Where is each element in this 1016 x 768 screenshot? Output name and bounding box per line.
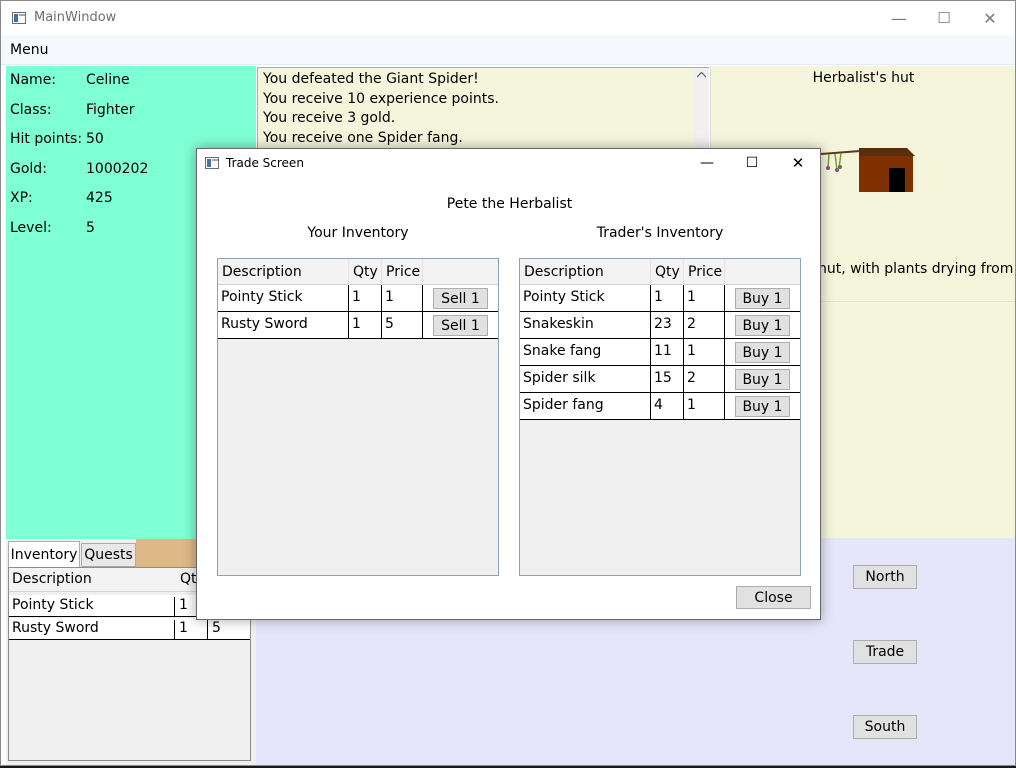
name-label: Name: [10,72,57,88]
your-inventory-grid[interactable]: Description Qty Price Pointy Stick 1 1 S… [217,258,499,576]
close-icon[interactable]: ✕ [967,1,1013,35]
trader-inventory-header: Description Qty Price [520,259,800,285]
column-header-description[interactable]: Description [520,259,651,285]
class-value: Fighter [86,102,135,118]
menu-item-menu[interactable]: Menu [10,42,48,58]
item-price: 2 [684,366,725,392]
item-qty: 11 [651,339,684,365]
trade-minimize-icon[interactable]: — [684,149,730,177]
item-price: 2 [684,312,725,338]
item-price: 1 [684,339,725,365]
column-header-description[interactable]: Description [218,259,349,285]
item-description: Spider fang [520,393,651,419]
your-inventory-header: Description Qty Price [218,259,498,285]
table-row[interactable]: Pointy Stick 1 1 Sell 1 [218,285,498,312]
app-window-icon [12,12,26,24]
trade-dialog-title: Trade Screen [226,156,304,170]
messages-box[interactable]: You defeated the Giant Spider! You recei… [257,67,709,152]
your-inventory-title: Your Inventory [307,225,409,241]
tab-inventory[interactable]: Inventory [8,541,80,567]
trader-name: Pete the Herbalist [446,196,573,212]
trade-window-icon [205,157,219,169]
column-header-description[interactable]: Description [9,571,175,587]
trade-maximize-icon[interactable]: ☐ [729,149,775,177]
table-row[interactable]: Snakeskin 23 2 Buy 1 [520,312,800,339]
item-description: Pointy Stick [520,285,651,311]
item-description: Spider silk [520,366,651,392]
item-qty: 1 [349,312,382,338]
item-price: 5 [382,312,423,338]
class-label: Class: [10,102,52,118]
item-description: Snake fang [520,339,651,365]
level-label: Level: [10,220,52,236]
item-description: Rusty Sword [218,312,349,338]
trader-inventory-title: Trader's Inventory [596,225,724,241]
location-image [821,148,915,192]
message-line: You receive one Spider fang. [263,130,463,146]
south-button[interactable]: South [853,715,917,739]
item-price: 1 [684,393,725,419]
column-header-price[interactable]: Price [382,259,423,285]
message-line: You receive 3 gold. [263,110,396,126]
gold-value: 1000202 [86,161,149,177]
buy-button[interactable]: Buy 1 [735,288,790,309]
table-row[interactable]: Snake fang 11 1 Buy 1 [520,339,800,366]
table-row[interactable]: Rusty Sword 1 5 [9,618,250,640]
trade-button[interactable]: Trade [853,640,917,664]
item-description: Pointy Stick [9,597,175,617]
location-name: Herbalist's hut [812,70,915,86]
sell-button[interactable]: Sell 1 [433,288,488,309]
hit-points-label: Hit points: [10,131,83,147]
north-button[interactable]: North [853,565,917,589]
message-line: You receive 10 experience points. [263,91,499,107]
buy-button[interactable]: Buy 1 [735,369,790,390]
minimize-icon[interactable]: — [876,1,922,35]
level-value: 5 [86,220,95,236]
main-window-title: MainWindow [34,10,117,25]
xp-label: XP: [10,190,33,206]
scroll-up-icon[interactable] [697,72,706,78]
item-qty: 4 [651,393,684,419]
close-button[interactable]: Close [736,586,811,609]
sell-button[interactable]: Sell 1 [433,315,488,336]
menu-bar: Menu [1,35,1015,65]
location-description: hut, with plants drying from [818,261,1014,277]
item-price: 5 [212,620,221,636]
item-price: 1 [684,285,725,311]
maximize-icon[interactable]: ☐ [921,1,967,35]
gold-label: Gold: [10,161,47,177]
item-description: Rusty Sword [9,620,175,640]
column-header-price[interactable]: Price [684,259,725,285]
tab-quests[interactable]: Quests [81,543,136,567]
table-row[interactable]: Spider silk 15 2 Buy 1 [520,366,800,393]
table-row[interactable]: Pointy Stick 1 1 Buy 1 [520,285,800,312]
column-header-qty[interactable]: Qty [349,259,382,285]
main-title-bar[interactable]: MainWindow — ☐ ✕ [1,1,1015,35]
buy-button[interactable]: Buy 1 [735,342,790,363]
xp-value: 425 [86,190,113,206]
buy-button[interactable]: Buy 1 [735,396,790,417]
messages-scrollbar[interactable] [694,68,709,152]
item-qty: 23 [651,312,684,338]
item-qty: 15 [651,366,684,392]
hit-points-value: 50 [86,131,104,147]
column-header-qty[interactable]: Qty [651,259,684,285]
item-price: 1 [382,285,423,311]
item-description: Snakeskin [520,312,651,338]
item-qty: 1 [176,620,208,640]
name-value: Celine [86,72,130,88]
trade-close-icon[interactable]: ✕ [775,149,821,177]
item-description: Pointy Stick [218,285,349,311]
column-header-qty[interactable]: Qt [177,571,197,587]
table-row[interactable]: Rusty Sword 1 5 Sell 1 [218,312,498,339]
message-line: You defeated the Giant Spider! [263,71,479,87]
trade-dialog: Trade Screen — ☐ ✕ Pete the Herbalist Yo… [196,148,821,620]
table-row[interactable]: Spider fang 4 1 Buy 1 [520,393,800,420]
buy-button[interactable]: Buy 1 [735,315,790,336]
trader-inventory-grid[interactable]: Description Qty Price Pointy Stick 1 1 B… [519,258,801,576]
item-qty: 1 [349,285,382,311]
item-qty: 1 [651,285,684,311]
